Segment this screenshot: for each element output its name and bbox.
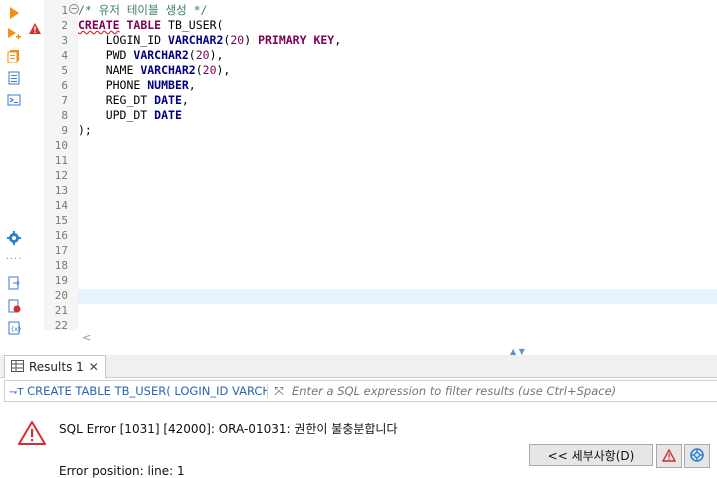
tab-label: Results 1 (29, 360, 84, 374)
sql-query-icon: ⇁T (9, 387, 24, 398)
code-token: DATE (154, 93, 182, 107)
code-token: VARCHAR2 (140, 63, 196, 77)
close-tab-icon[interactable]: ✕ (89, 360, 99, 374)
expand-filter-icon[interactable]: ⤧ (268, 384, 290, 399)
current-line-highlight (78, 289, 717, 304)
code-token: VARCHAR2 (133, 48, 189, 62)
code-line: /* 유저 테이블 생성 */ (78, 3, 341, 18)
line-number: 16 (54, 229, 68, 242)
line-number: 11 (54, 154, 68, 167)
grid-icon (11, 359, 24, 375)
line-number: 7 (61, 94, 68, 107)
line-number: 17 (54, 244, 68, 257)
execute-statement-icon[interactable] (6, 5, 22, 21)
line-number: 10 (54, 139, 68, 152)
line-number: 18 (54, 259, 68, 272)
code-line: NAME VARCHAR2(20), (78, 63, 341, 78)
more-options-icon[interactable]: ···· (6, 251, 22, 267)
settings-gear-icon[interactable] (6, 230, 22, 246)
export-results-icon[interactable] (6, 275, 22, 291)
annotation-gutter (28, 0, 44, 352)
line-number: 5 (61, 64, 68, 77)
code-token: /* 유저 테이블 생성 */ (78, 3, 208, 17)
code-token: ( (195, 63, 203, 77)
help-lifebuoy-icon (690, 447, 704, 466)
query-text-link[interactable]: ⇁T CREATE TABLE TB_USER( LOGIN_ID VARCH (5, 384, 268, 398)
svg-text:{x}: {x} (11, 326, 22, 333)
code-token: PWD (78, 48, 134, 62)
line-number-ruler: − 1 2 3 4 5 6 7 8 9 10 11 12 13 14 15 16 17 18 19 20 21 22 (44, 0, 79, 332)
results-filter-bar: ⇁T CREATE TABLE TB_USER( LOGIN_ID VARCH … (4, 380, 717, 402)
sql-editor[interactable]: /* 유저 테이블 생성 */CREATE TABLE TB_USER( LOG… (78, 3, 341, 138)
query-text: CREATE TABLE TB_USER( LOGIN_ID VARCH (27, 384, 268, 398)
code-line: CREATE TABLE TB_USER( (78, 18, 341, 33)
code-line: REG_DT DATE, (78, 93, 341, 108)
code-token: ) (244, 33, 259, 47)
code-token: 20 (195, 48, 210, 62)
explain-plan-icon[interactable] (6, 70, 22, 86)
line-number: 15 (54, 214, 68, 227)
line-number: 3 (61, 34, 68, 47)
filter-expression-input[interactable] (290, 383, 717, 399)
details-button[interactable]: << 세부사항(D) (529, 444, 653, 466)
code-token: ( (188, 48, 196, 62)
code-line: UPD_DT DATE (78, 108, 341, 123)
results-tab-bar: Results 1 ✕ (0, 355, 717, 378)
code-token: , (181, 93, 189, 107)
line-number: 22 (54, 319, 68, 332)
error-warning-icon (17, 420, 47, 449)
code-line: PWD VARCHAR2(20), (78, 48, 341, 63)
line-number: 19 (54, 274, 68, 287)
code-token: VARCHAR2 (168, 33, 224, 47)
line-number: 14 (54, 199, 68, 212)
help-button[interactable] (684, 444, 710, 468)
code-token: 20 (202, 63, 217, 77)
line-number: 6 (61, 79, 68, 92)
code-token: UPD_DT (78, 108, 155, 122)
line-number: 4 (61, 49, 68, 62)
code-token: PRIMARY KEY (258, 33, 335, 47)
code-token: LOGIN_ID (78, 33, 169, 47)
error-log-icon[interactable] (6, 298, 22, 314)
code-token: , (334, 33, 342, 47)
tab-results-1[interactable]: Results 1 ✕ (4, 355, 106, 378)
variables-icon[interactable]: {x} (6, 320, 22, 336)
line-number: 20 (54, 289, 68, 302)
code-token: ), (209, 48, 224, 62)
error-marker-icon[interactable] (29, 19, 41, 38)
code-line: LOGIN_ID VARCHAR2(20) PRIMARY KEY, (78, 33, 341, 48)
code-token: CREATE (78, 18, 120, 32)
line-number: 13 (54, 184, 68, 197)
code-token: NUMBER (147, 78, 189, 92)
line-number: 8 (61, 109, 68, 122)
execute-in-new-tab-icon[interactable] (6, 26, 22, 42)
code-token: TB_USER( (161, 18, 224, 32)
code-line: PHONE NUMBER, (78, 78, 341, 93)
line-number: 21 (54, 304, 68, 317)
show-output-console-icon[interactable] (6, 92, 22, 108)
show-error-log-button[interactable] (656, 444, 682, 468)
execute-script-icon[interactable] (6, 48, 22, 64)
warning-icon (661, 447, 677, 466)
code-token: TABLE (126, 18, 162, 32)
line-number: 9 (61, 124, 68, 137)
code-token: NAME (78, 63, 141, 77)
code-token: ), (216, 63, 231, 77)
code-line: ); (78, 123, 341, 138)
code-token: DATE (154, 108, 182, 122)
error-message: SQL Error [1031] [42000]: ORA-01031: 권한이… (59, 422, 398, 436)
code-token: PHONE (78, 78, 148, 92)
code-token: ); (78, 123, 92, 137)
code-token: , (188, 78, 196, 92)
line-number: 12 (54, 169, 68, 182)
line-number: 1 (61, 4, 68, 17)
editor-side-toolbar: ···· {x} (0, 0, 28, 352)
scroll-left-arrow-icon[interactable]: < (82, 331, 91, 344)
code-token: REG_DT (78, 93, 155, 107)
code-token: 20 (230, 33, 245, 47)
line-number: 2 (61, 19, 68, 32)
horizontal-scrollbar[interactable]: < (78, 330, 717, 346)
